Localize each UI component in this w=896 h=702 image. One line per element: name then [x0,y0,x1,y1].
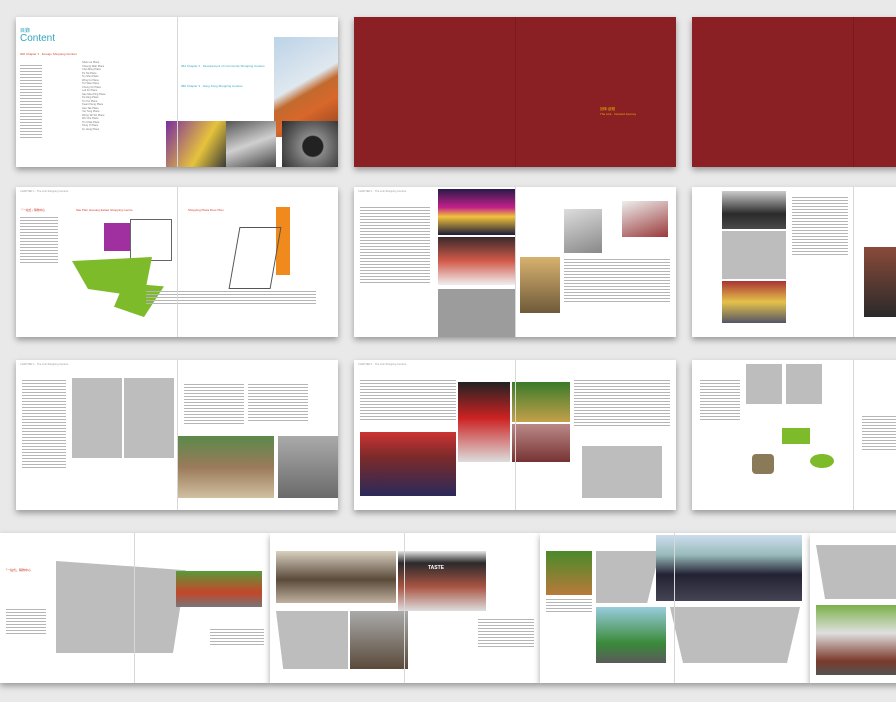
site-plan-spread: CHAPTER 1 · The Link Shopping Centres 「一… [16,187,338,337]
produce-photo [512,382,570,422]
text-col-3 [248,384,308,423]
diagram-text [700,380,740,422]
storefront-text [478,619,534,649]
group-photo [360,432,456,496]
rooftop-quote: 「一站式」購物中心 [4,568,32,572]
crowd-text [546,599,592,614]
interior-photo [438,237,516,285]
spread-header-4: CHAPTER 1 · The Link Shopping Centres [358,363,407,366]
taste-sign: TASTE [428,565,445,571]
spread-header: CHAPTER 1 · The Link Shopping Centres [20,190,69,193]
event-text [360,380,456,422]
site-plan-text [20,217,58,265]
heritage-spread [810,533,896,683]
rooftop-photo [176,571,262,607]
site-plan-tag-2: Shopping Plaza Floor Plan [188,208,224,212]
cover-spread: 回味·啟程 The Link · Onward Journey [354,17,676,167]
road-plan [228,227,282,289]
grey-shape [596,551,660,603]
text-spread: CHAPTER 1 · The Link Shopping Centres [16,360,338,510]
text-col-1 [22,380,66,470]
festival-text [360,207,430,285]
grey-block-2 [124,378,174,458]
text-col-2 [184,384,244,426]
grey-placeholder [438,289,516,337]
purple-photo [166,121,226,167]
store-photo-2 [622,201,668,237]
purple-block [104,223,130,251]
grey-block-4 [786,364,822,404]
photo-circle [752,454,774,474]
stall-photo [512,424,570,462]
grey-wedge [276,611,348,669]
contents-section-3: 086 Chapter 3 · Hong Kong Shopping Centr… [181,84,243,88]
grey-shape-3 [816,545,896,599]
cover-spread-2 [692,17,896,167]
rooftop-body [210,629,264,647]
contents-section-2: 054 Chapter 2 · Development of Community… [181,64,265,68]
shoppers-photo [722,281,786,323]
award-spread [692,187,896,337]
lantern-photo [438,189,516,235]
award-text [792,197,848,257]
grey-parallelogram [56,561,186,653]
contents-label-en: Content [20,33,56,44]
pot-photo [546,551,592,595]
site-plan-tag: Site Plan Housing Estate Shopping Centre [76,208,133,212]
diagram-side [862,416,896,452]
contents-cn-list [20,65,42,140]
storefront-spread: TASTE [270,533,540,683]
heritage-photo [816,605,896,675]
grey-placeholder-2 [722,231,786,279]
festival-spread: CHAPTER 1 · The Link Shopping Centres [354,187,676,337]
plan-outline [130,219,172,261]
market-photo [520,257,560,313]
grey-block-3 [746,364,782,404]
palm-photo [596,607,666,663]
plan-notes [146,291,316,306]
site-plan-title: 「一站式」購物中心 [20,208,46,212]
award-photo [722,191,786,229]
green-tile-2 [810,454,834,468]
diagram-spread [692,360,896,510]
event-body [574,380,670,428]
contents-list: Shek Lei Place Cheung Wah Place Choi Ming … [82,61,106,131]
grey-placeholder-3 [582,446,662,498]
contents-spread: 目錄 Content 006 Chapter 1 · Foreign Shopp… [16,17,338,167]
rooftop-text [6,609,46,636]
green-tile [782,428,810,444]
taste-store: TASTE [398,551,486,611]
crowd-spread [540,533,810,683]
sculpture-photo [282,121,338,167]
spread-header-3: CHAPTER 1 · The Link Shopping Centres [20,363,69,366]
store-photo [564,209,602,253]
portrait-photo [864,247,896,317]
cover-caption-en: The Link · Onward Journey [600,112,637,116]
spread-header-2: CHAPTER 1 · The Link Shopping Centres [358,190,407,193]
contents-section-1: 006 Chapter 1 · Foreign Shopping Centres [20,52,77,56]
plaza-photo [278,436,338,498]
rooftop-spread: 「一站式」購物中心 [0,533,270,683]
grey-shape-2 [670,607,800,663]
crowd-photo [656,535,802,601]
event-spread: CHAPTER 1 · The Link Shopping Centres [354,360,676,510]
mall-photo [226,121,276,167]
walkway-photo [178,436,274,498]
arcade-photo [350,611,408,669]
shopfront-wide [276,551,396,603]
festival-body [564,259,670,304]
shopfront-photo [458,382,510,462]
grey-block-1 [72,378,122,458]
